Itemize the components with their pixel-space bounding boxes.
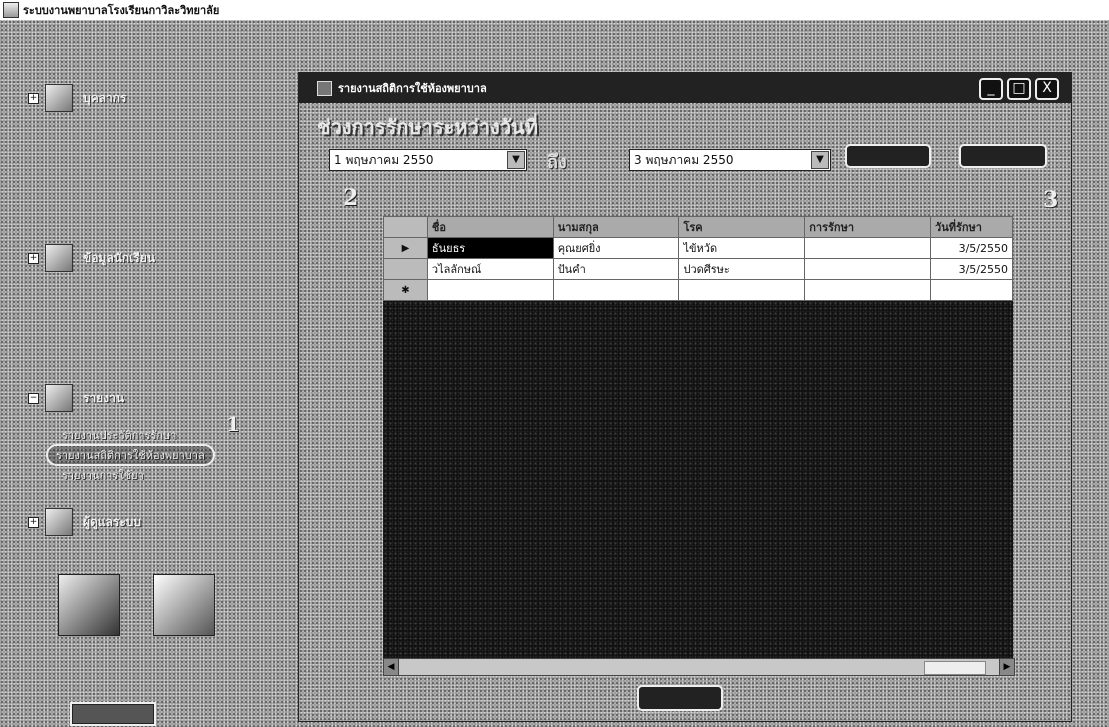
column-header[interactable]: นามสกุล bbox=[552, 216, 680, 238]
scrollbar-thumb[interactable] bbox=[924, 661, 986, 675]
cell-empty[interactable] bbox=[930, 279, 1013, 301]
column-header[interactable]: วันที่รักษา bbox=[930, 216, 1013, 238]
app-titlebar: ระบบงานพยาบาลโรงเรียนกาวิละวิทยาลัย bbox=[0, 0, 1109, 21]
table-row[interactable]: วไลลักษณ์ ปันคำ ปวดศีรษะ 3/5/2550 bbox=[383, 258, 1013, 280]
table-row[interactable]: ▶ ธันยธร คุณยศยิ่ง ไข้หวัด 3/5/2550 bbox=[383, 237, 1013, 259]
cell-first-name[interactable]: ธันยธร bbox=[426, 237, 554, 259]
to-label: ถึง bbox=[547, 152, 567, 173]
logout-button[interactable] bbox=[70, 702, 156, 726]
user-check-icon[interactable] bbox=[58, 574, 120, 636]
row-selector[interactable] bbox=[383, 258, 428, 280]
sidebar-item-admin[interactable]: + ผู้ดูแลระบบ bbox=[28, 508, 141, 536]
cell-last-name[interactable]: คุณยศยิ่ง bbox=[552, 237, 680, 259]
date-range-heading: ช่วงการรักษาระหว่างวันที่ bbox=[317, 115, 538, 139]
cell-first-name[interactable]: วไลลักษณ์ bbox=[426, 258, 554, 280]
cell-disease[interactable]: ปวดศีรษะ bbox=[678, 258, 806, 280]
scroll-right-icon[interactable]: ▶ bbox=[999, 659, 1014, 675]
expand-icon[interactable]: + bbox=[28, 516, 39, 528]
sidebar: + บุคลากร + ข้อมูลนักเรียน − รายงาน รายง… bbox=[0, 20, 292, 727]
new-row[interactable]: ✱ bbox=[383, 279, 1013, 301]
people-icon bbox=[45, 84, 73, 112]
column-header[interactable]: ชื่อ bbox=[426, 216, 554, 238]
cell-empty[interactable] bbox=[552, 279, 680, 301]
cell-date[interactable]: 3/5/2550 bbox=[930, 237, 1013, 259]
from-date-picker[interactable]: 1 พฤษภาคม 2550 ▼ bbox=[329, 149, 527, 171]
cell-empty[interactable] bbox=[678, 279, 806, 301]
column-header[interactable]: โรค bbox=[678, 216, 806, 238]
cell-date[interactable]: 3/5/2550 bbox=[930, 258, 1013, 280]
print-button[interactable] bbox=[959, 144, 1047, 168]
subitem-infirmary-statistics-report[interactable]: รายงานสถิติการใช้ห้องพยาบาล bbox=[46, 444, 215, 466]
grid-header-row: ชื่อ นามสกุล โรค การรักษา วันที่รักษา bbox=[383, 216, 1013, 238]
app-icon bbox=[3, 2, 19, 18]
expand-icon[interactable]: + bbox=[28, 92, 39, 104]
callout-1: 1 bbox=[226, 412, 240, 436]
column-header[interactable]: การรักษา bbox=[804, 216, 932, 238]
cell-last-name[interactable]: ปันคำ bbox=[552, 258, 680, 280]
report-window-titlebar: รายงานสถิติการใช้ห้องพยาบาล _ □ X bbox=[299, 73, 1071, 103]
sidebar-item-staff[interactable]: + บุคลากร bbox=[28, 84, 126, 112]
sidebar-item-label: รายงาน bbox=[83, 390, 125, 405]
app-title: ระบบงานพยาบาลโรงเรียนกาวิละวิทยาลัย bbox=[23, 4, 220, 17]
report-window: รายงานสถิติการใช้ห้องพยาบาล _ □ X ช่วงกา… bbox=[298, 72, 1072, 722]
report-icon bbox=[45, 384, 73, 412]
sidebar-item-label: ข้อมูลนักเรียน bbox=[83, 250, 155, 265]
dropdown-arrow-icon[interactable]: ▼ bbox=[811, 151, 829, 169]
subitem-treatment-history-report[interactable]: รายงานประวัติการรักษา bbox=[62, 426, 176, 444]
cell-disease[interactable]: ไข้หวัด bbox=[678, 237, 806, 259]
from-date-value: 1 พฤษภาคม 2550 bbox=[334, 152, 434, 167]
report-window-title: รายงานสถิติการใช้ห้องพยาบาล bbox=[338, 82, 487, 95]
close-report-button[interactable] bbox=[637, 685, 723, 711]
maximize-button[interactable]: □ bbox=[1007, 78, 1031, 100]
current-row-indicator-icon[interactable]: ▶ bbox=[383, 237, 428, 259]
callout-2: 2 bbox=[343, 185, 359, 211]
user-card-icon[interactable] bbox=[153, 574, 215, 636]
cell-empty[interactable] bbox=[426, 279, 554, 301]
callout-3: 3 bbox=[1043, 187, 1059, 213]
new-row-icon[interactable]: ✱ bbox=[383, 279, 428, 301]
results-grid-area: ชื่อ นามสกุล โรค การรักษา วันที่รักษา ▶ … bbox=[383, 216, 1013, 658]
sidebar-item-reports[interactable]: − รายงาน bbox=[28, 384, 124, 412]
sidebar-item-label: บุคลากร bbox=[83, 90, 127, 105]
row-header-corner bbox=[383, 216, 428, 238]
search-button[interactable] bbox=[845, 144, 931, 168]
cell-empty[interactable] bbox=[804, 279, 932, 301]
cell-treatment[interactable] bbox=[804, 237, 932, 259]
horizontal-scrollbar[interactable]: ◀ ▶ bbox=[383, 658, 1015, 676]
to-date-picker[interactable]: 3 พฤษภาคม 2550 ▼ bbox=[629, 149, 831, 171]
subitem-medicine-usage-report[interactable]: รายงานการใช้ยา bbox=[62, 466, 144, 484]
results-grid: ชื่อ นามสกุล โรค การรักษา วันที่รักษา ▶ … bbox=[383, 216, 1013, 301]
sidebar-item-students[interactable]: + ข้อมูลนักเรียน bbox=[28, 244, 155, 272]
minimize-button[interactable]: _ bbox=[979, 78, 1003, 100]
to-date-value: 3 พฤษภาคม 2550 bbox=[634, 152, 734, 167]
dropdown-arrow-icon[interactable]: ▼ bbox=[507, 151, 525, 169]
expand-icon[interactable]: + bbox=[28, 252, 39, 264]
scroll-left-icon[interactable]: ◀ bbox=[384, 659, 399, 675]
student-data-icon bbox=[45, 244, 73, 272]
admin-user-icon bbox=[45, 508, 73, 536]
sidebar-item-label: ผู้ดูแลระบบ bbox=[83, 514, 142, 529]
close-window-button[interactable]: X bbox=[1035, 78, 1059, 100]
cell-treatment[interactable] bbox=[804, 258, 932, 280]
collapse-icon[interactable]: − bbox=[28, 392, 39, 404]
report-window-icon bbox=[317, 80, 332, 96]
